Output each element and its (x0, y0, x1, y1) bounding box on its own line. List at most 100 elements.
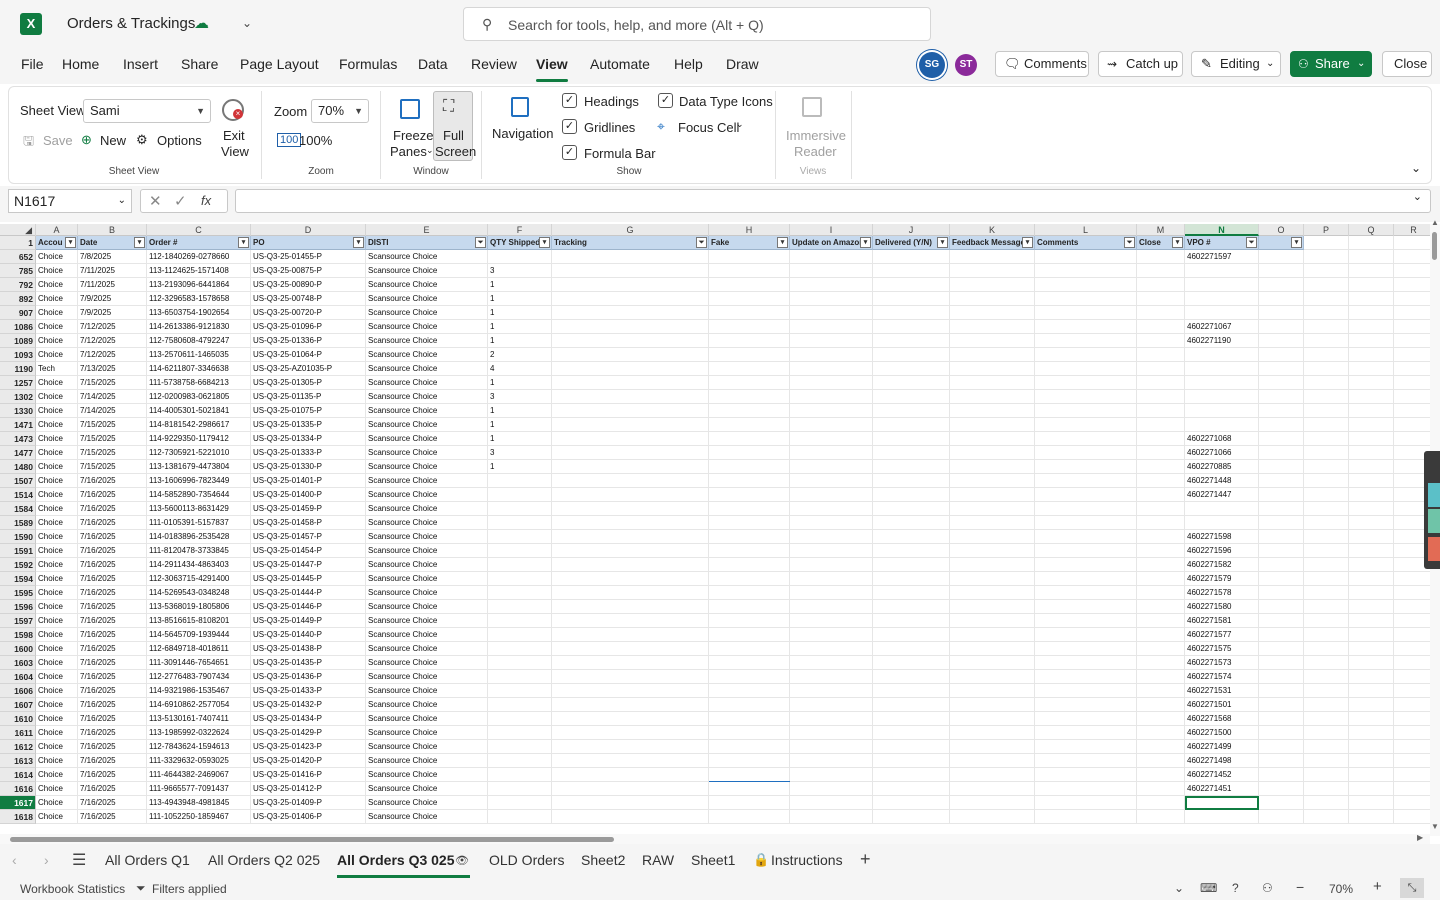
table-cell[interactable]: 4602271573 (1185, 656, 1259, 670)
table-cell[interactable] (1349, 334, 1394, 348)
table-cell[interactable] (552, 306, 709, 320)
table-cell[interactable] (1035, 390, 1137, 404)
table-cell[interactable] (1035, 292, 1137, 306)
table-cell[interactable] (1185, 278, 1259, 292)
table-cell[interactable] (488, 474, 552, 488)
table-cell[interactable] (1035, 250, 1137, 264)
table-cell[interactable]: 7/16/2025 (78, 530, 147, 544)
table-cell[interactable] (1137, 264, 1185, 278)
table-cell[interactable]: Scansource Choice (366, 418, 488, 432)
search-box[interactable]: ⚲ Search for tools, help, and more (Alt … (463, 7, 931, 41)
table-cell[interactable] (488, 572, 552, 586)
table-cell[interactable]: 111-1052250-1859467 (147, 810, 251, 824)
table-cell[interactable] (709, 348, 790, 362)
table-cell[interactable]: 4602271499 (1185, 740, 1259, 754)
scroll-up-icon[interactable]: ▲ (1431, 218, 1439, 227)
table-cell[interactable] (709, 670, 790, 684)
table-cell[interactable] (1137, 572, 1185, 586)
table-cell[interactable] (709, 516, 790, 530)
table-cell[interactable]: 114-5269543-0348248 (147, 586, 251, 600)
table-cell[interactable] (950, 502, 1035, 516)
table-header-cell[interactable]: Date ▾ (78, 236, 147, 250)
table-cell[interactable] (873, 362, 950, 376)
table-cell[interactable]: 4602271597 (1185, 250, 1259, 264)
headings-checkbox[interactable]: ✓ (562, 93, 577, 108)
table-cell[interactable] (1394, 782, 1430, 796)
table-cell[interactable]: Choice (36, 474, 78, 488)
table-cell[interactable]: 7/16/2025 (78, 642, 147, 656)
table-cell[interactable] (1259, 656, 1304, 670)
table-cell[interactable] (709, 768, 790, 782)
table-cell[interactable] (1349, 712, 1394, 726)
table-cell[interactable]: US-Q3-25-01406-P (251, 810, 366, 824)
table-cell[interactable]: 113-1985992-0322624 (147, 726, 251, 740)
table-cell[interactable] (950, 558, 1035, 572)
row-header[interactable]: 1086 (0, 320, 36, 334)
table-header-cell[interactable]: QTY Shipped ▾ (488, 236, 552, 250)
filter-dropdown-icon[interactable]: ▾ (1022, 237, 1033, 248)
table-cell[interactable]: Scansource Choice (366, 810, 488, 824)
table-cell[interactable] (950, 670, 1035, 684)
table-cell[interactable] (873, 810, 950, 824)
table-cell[interactable]: 114-9321986-1535467 (147, 684, 251, 698)
table-cell[interactable] (1137, 642, 1185, 656)
table-cell[interactable]: US-Q3-25-01075-P (251, 404, 366, 418)
table-cell[interactable] (873, 488, 950, 502)
table-cell[interactable] (552, 726, 709, 740)
table-cell[interactable]: 1 (488, 278, 552, 292)
formula-bar-checkbox[interactable]: ✓ (562, 145, 577, 160)
table-header-cell[interactable]: Order # ▾ (147, 236, 251, 250)
table-cell[interactable]: 7/16/2025 (78, 726, 147, 740)
table-cell[interactable] (709, 460, 790, 474)
table-cell[interactable]: 7/16/2025 (78, 614, 147, 628)
table-cell[interactable] (1349, 502, 1394, 516)
table-cell[interactable] (790, 250, 873, 264)
table-cell[interactable] (552, 362, 709, 376)
table-cell[interactable]: US-Q3-25-01135-P (251, 390, 366, 404)
table-cell[interactable] (1259, 306, 1304, 320)
table-cell[interactable]: US-Q3-25-01409-P (251, 796, 366, 810)
table-cell[interactable] (709, 740, 790, 754)
column-header-e[interactable]: E (366, 224, 488, 236)
table-cell[interactable] (1137, 558, 1185, 572)
table-cell[interactable] (790, 306, 873, 320)
table-cell[interactable] (950, 418, 1035, 432)
table-cell[interactable] (790, 390, 873, 404)
confirm-icon[interactable]: ✓ (174, 192, 187, 210)
menu-view[interactable]: View (536, 56, 568, 72)
table-cell[interactable] (790, 460, 873, 474)
table-cell[interactable]: 7/16/2025 (78, 684, 147, 698)
table-cell[interactable] (950, 810, 1035, 824)
table-cell[interactable]: 7/14/2025 (78, 390, 147, 404)
table-cell[interactable] (709, 712, 790, 726)
table-cell[interactable]: Scansource Choice (366, 698, 488, 712)
column-header-r[interactable]: R (1394, 224, 1430, 236)
table-cell[interactable] (873, 516, 950, 530)
table-cell[interactable] (1137, 432, 1185, 446)
table-cell[interactable] (1259, 572, 1304, 586)
table-cell[interactable] (1137, 656, 1185, 670)
table-cell[interactable]: Tech (36, 362, 78, 376)
table-cell[interactable] (1304, 418, 1349, 432)
gridlines-checkbox[interactable]: ✓ (562, 119, 577, 134)
table-cell[interactable]: Scansource Choice (366, 250, 488, 264)
table-cell[interactable] (1137, 390, 1185, 404)
exit-view-label-2[interactable]: View (221, 144, 249, 159)
table-cell[interactable] (950, 754, 1035, 768)
table-cell[interactable]: US-Q3-25-00748-P (251, 292, 366, 306)
table-cell[interactable] (709, 390, 790, 404)
table-cell[interactable]: 113-8516615-8108201 (147, 614, 251, 628)
table-cell[interactable] (1137, 768, 1185, 782)
table-cell[interactable]: 7/16/2025 (78, 712, 147, 726)
table-cell[interactable] (1259, 670, 1304, 684)
table-cell[interactable] (1259, 516, 1304, 530)
column-header-q[interactable]: Q (1349, 224, 1394, 236)
table-cell[interactable] (1349, 488, 1394, 502)
table-cell[interactable] (1259, 502, 1304, 516)
table-cell[interactable] (1035, 740, 1137, 754)
table-cell[interactable] (1185, 390, 1259, 404)
table-cell[interactable] (1349, 558, 1394, 572)
filter-dropdown-icon[interactable]: ▾ (937, 237, 948, 248)
table-cell[interactable]: 111-8120478-3733845 (147, 544, 251, 558)
table-cell[interactable]: Scansource Choice (366, 376, 488, 390)
